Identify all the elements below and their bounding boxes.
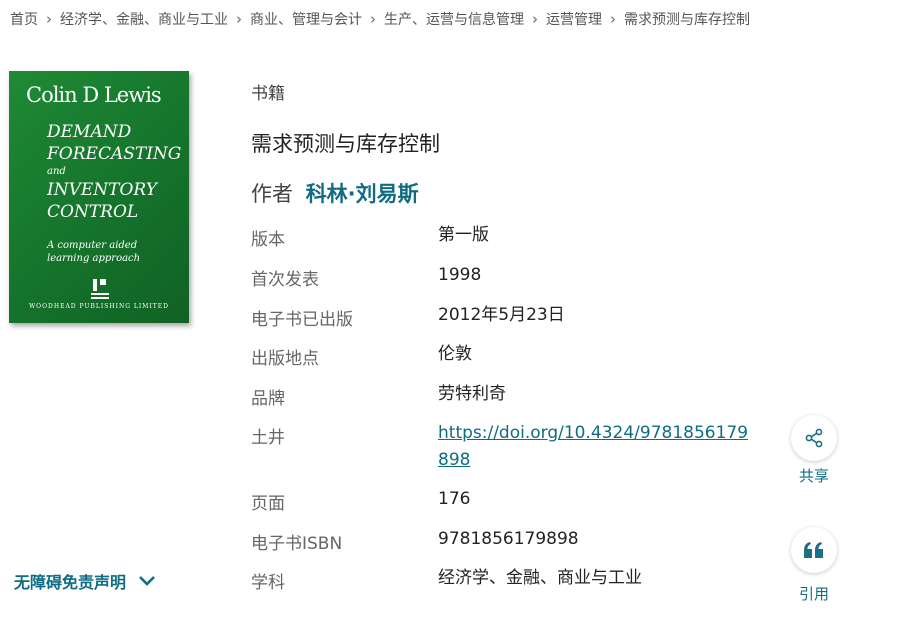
meta-label: 土井: [251, 428, 285, 448]
cover-subtitle-line: A computer aided: [47, 240, 138, 251]
breadcrumb-item-business[interactable]: 商业、管理与会计: [250, 9, 362, 29]
chevron-down-icon: [139, 576, 155, 586]
breadcrumb: 首页 › 经济学、金融、商业与工业 › 商业、管理与会计 › 生产、运营与信息管…: [10, 9, 910, 29]
cover-title: DEMAND FORECASTING and INVENTORY CONTROL: [47, 121, 181, 223]
chevron-right-icon: ›: [610, 10, 616, 28]
meta-value: 经济学、金融、商业与工业: [438, 568, 642, 588]
share-button[interactable]: [791, 415, 837, 461]
meta-value: 2012年5月23日: [438, 305, 565, 325]
cite-button[interactable]: [791, 527, 837, 573]
accessibility-label: 无障碍免责声明: [14, 573, 127, 592]
meta-label: 页面: [251, 494, 285, 514]
breadcrumb-item-economics[interactable]: 经济学、金融、商业与工业: [60, 9, 228, 29]
breadcrumb-item-current[interactable]: 需求预测与库存控制: [624, 9, 750, 29]
author-row: 作者 科林·刘易斯: [251, 178, 419, 208]
meta-label: 品牌: [251, 389, 285, 409]
meta-value: 176: [438, 489, 471, 509]
meta-label: 学科: [251, 573, 285, 593]
breadcrumb-item-home[interactable]: 首页: [10, 9, 38, 29]
chevron-right-icon: ›: [370, 10, 376, 28]
meta-label: 电子书已出版: [251, 310, 353, 330]
page-title: 需求预测与库存控制: [251, 132, 440, 156]
cite-label[interactable]: 引用: [784, 583, 844, 604]
cover-subtitle-line: learning approach: [47, 253, 141, 264]
meta-label: 版本: [251, 230, 285, 250]
chevron-right-icon: ›: [532, 10, 538, 28]
share-label[interactable]: 共享: [784, 465, 844, 486]
content-type-label: 书籍: [251, 84, 285, 104]
meta-label: 出版地点: [251, 349, 319, 369]
cover-title-line: INVENTORY: [47, 180, 157, 200]
meta-value: 伦敦: [438, 344, 472, 364]
book-cover: Colin D Lewis DEMAND FORECASTING and INV…: [9, 71, 189, 323]
breadcrumb-item-operations[interactable]: 运营管理: [546, 9, 602, 29]
breadcrumb-item-production[interactable]: 生产、运营与信息管理: [384, 9, 524, 29]
meta-label: 电子书ISBN: [251, 534, 343, 554]
meta-value: 9781856179898: [438, 529, 579, 549]
meta-value: https://doi.org/10.4324/9781856179898: [438, 420, 750, 474]
cover-title-line: DEMAND: [47, 122, 132, 142]
share-icon: [805, 428, 823, 448]
meta-value: 劳特利奇: [438, 384, 506, 404]
cover-title-and: and: [47, 166, 66, 177]
chevron-right-icon: ›: [46, 10, 52, 28]
meta-value: 第一版: [438, 225, 489, 245]
author-prefix: 作者: [251, 182, 293, 206]
cover-author: Colin D Lewis: [26, 83, 162, 107]
chevron-right-icon: ›: [236, 10, 242, 28]
accessibility-disclaimer-toggle[interactable]: 无障碍免责声明: [14, 569, 156, 593]
doi-link[interactable]: https://doi.org/10.4324/9781856179898: [438, 423, 748, 470]
quote-icon: [804, 542, 823, 558]
author-link[interactable]: 科林·刘易斯: [306, 182, 419, 206]
meta-value: 1998: [438, 265, 482, 285]
cover-title-line: CONTROL: [47, 202, 139, 222]
publisher-logo-icon: [91, 279, 109, 299]
meta-label: 首次发表: [251, 270, 319, 290]
cover-publisher: WOODHEAD PUBLISHING LIMITED: [29, 303, 169, 310]
cover-title-line: FORECASTING: [47, 144, 182, 164]
cover-subtitle: A computer aided learning approach: [47, 239, 140, 265]
